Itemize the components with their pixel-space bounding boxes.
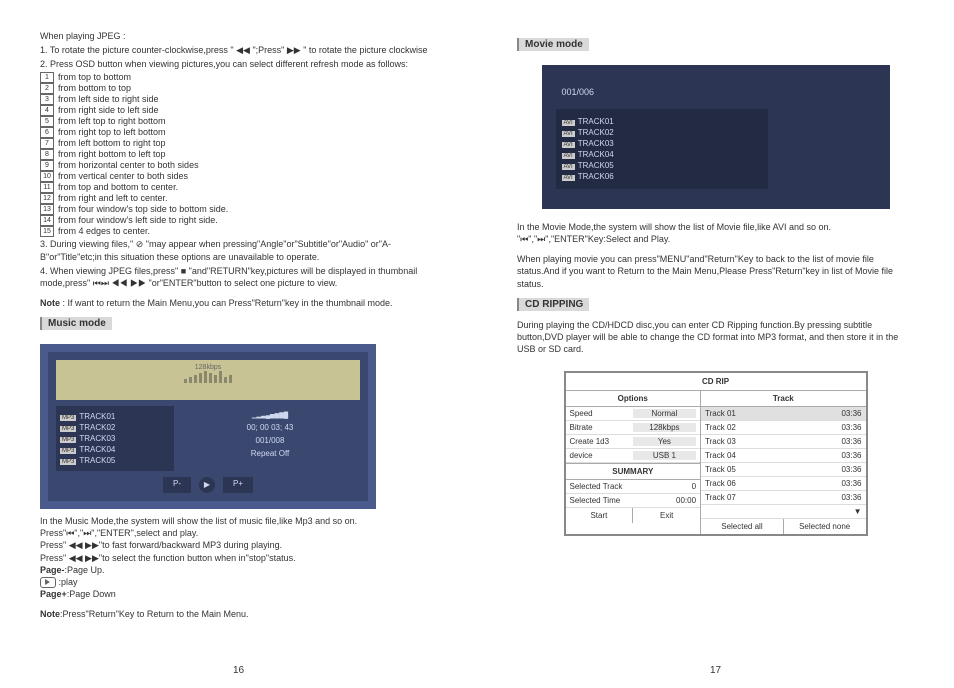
jpeg-step1: 1. To rotate the picture counter-clockwi… <box>40 44 437 56</box>
music-desc4: Press" ◀◀ ▶▶"to select the function butt… <box>40 552 437 564</box>
music-player: 128kbps MP3TRACK01 MP3TRACK02 MP3TRACK03… <box>40 344 376 509</box>
prev-button[interactable]: P- <box>163 477 191 493</box>
movie-mode-heading: Movie mode <box>517 38 589 51</box>
music-desc1: In the Music Mode,the system will show t… <box>40 515 437 527</box>
summary-header: SUMMARY <box>566 463 701 480</box>
list-item: AVITRACK01 <box>562 117 762 126</box>
jpeg-head: When playing JPEG : <box>40 30 437 42</box>
music-track-list: MP3TRACK01 MP3TRACK02 MP3TRACK03 MP3TRAC… <box>56 406 174 471</box>
list-item: AVITRACK04 <box>562 150 762 159</box>
jpeg-note: Note : If want to return the Main Menu,y… <box>40 297 437 309</box>
lcd-display: 128kbps <box>56 360 360 400</box>
music-mode-heading: Music mode <box>40 317 112 330</box>
music-play: :play <box>40 576 437 588</box>
more-indicator: ▼ <box>701 505 865 519</box>
music-note: Note:Press"Return"Key to Return to the M… <box>40 608 437 620</box>
movie-desc1: In the Movie Mode,the system will show t… <box>517 221 914 233</box>
movie-player: 001/006 AVITRACK01 AVITRACK02 AVITRACK03… <box>542 65 890 209</box>
play-icon <box>40 577 56 588</box>
opt-speed[interactable]: SpeedNormal <box>566 407 701 421</box>
list-item: MP3TRACK03 <box>60 434 170 443</box>
list-item: MP3TRACK02 <box>60 423 170 432</box>
list-item: MP3TRACK05 <box>60 456 170 465</box>
music-desc2: Press"⏮","⏭","ENTER",select and play. <box>40 527 437 539</box>
list-item: AVITRACK06 <box>562 172 762 181</box>
cd-rip-panel: CD RIP Options SpeedNormal Bitrate128kbp… <box>564 371 868 536</box>
music-pagedown: Page+:Page Down <box>40 588 437 600</box>
playback-info: ▁▂▃▄▅▆▇█ 00; 00 03; 43 001/008 Repeat Of… <box>180 406 360 471</box>
movie-counter: 001/006 <box>556 85 601 99</box>
cd-desc: During playing the CD/HDCD disc,you can … <box>517 319 914 355</box>
table-row[interactable]: Track 0503:36 <box>701 463 865 477</box>
movie-desc2: "⏮","⏭","ENTER"Key:Select and Play. <box>517 233 914 245</box>
list-item: MP3TRACK04 <box>60 445 170 454</box>
list-item: AVITRACK03 <box>562 139 762 148</box>
chevron-down-icon: ▼ <box>799 507 862 516</box>
page-right: Movie mode 001/006 AVITRACK01 AVITRACK02… <box>477 0 954 688</box>
page-number: 16 <box>0 665 477 676</box>
list-item: AVITRACK05 <box>562 161 762 170</box>
cdrip-title: CD RIP <box>566 373 866 391</box>
jpeg-step3: 3. During viewing files," ⊘ "may appear … <box>40 238 437 262</box>
play-button[interactable]: ▶ <box>199 477 215 493</box>
table-row[interactable]: Track 0703:36 <box>701 491 865 505</box>
music-desc3: Press" ◀◀ ▶▶"to fast forward/backward MP… <box>40 539 437 551</box>
opt-device[interactable]: deviceUSB 1 <box>566 449 701 463</box>
jpeg-step2: 2. Press OSD button when viewing picture… <box>40 58 437 70</box>
select-none-button[interactable]: Selected none <box>784 519 866 534</box>
refresh-modes: 1from top to bottom 2from bottom to top … <box>40 72 437 236</box>
jpeg-step4: 4. When viewing JPEG files,press" ■ "and… <box>40 265 437 289</box>
page-left: When playing JPEG : 1. To rotate the pic… <box>0 0 477 688</box>
page-number: 17 <box>477 665 954 676</box>
next-button[interactable]: P+ <box>223 477 253 493</box>
table-row[interactable]: Track 0603:36 <box>701 477 865 491</box>
table-row[interactable]: Track 0403:36 <box>701 449 865 463</box>
opt-bitrate[interactable]: Bitrate128kbps <box>566 421 701 435</box>
cd-ripping-heading: CD RIPPING <box>517 298 589 311</box>
exit-button[interactable]: Exit <box>633 508 700 523</box>
select-all-button[interactable]: Selected all <box>701 519 784 534</box>
sel-time: Selected Time00:00 <box>566 494 701 508</box>
table-row[interactable]: Track 0203:36 <box>701 421 865 435</box>
movie-track-list: AVITRACK01 AVITRACK02 AVITRACK03 AVITRAC… <box>556 109 768 189</box>
options-header: Options <box>566 391 701 407</box>
list-item: MP3TRACK01 <box>60 412 170 421</box>
sel-track: Selected Track0 <box>566 480 701 494</box>
opt-create[interactable]: Create 1d3Yes <box>566 435 701 449</box>
table-row[interactable]: Track 0103:36 <box>701 407 865 421</box>
list-item: AVITRACK02 <box>562 128 762 137</box>
movie-desc3: When playing movie you can press"MENU"an… <box>517 253 914 289</box>
music-pageup: Page-:Page Up. <box>40 564 437 576</box>
track-header: Track <box>701 391 865 407</box>
table-row[interactable]: Track 0303:36 <box>701 435 865 449</box>
player-controls: P- ▶ P+ <box>56 477 360 493</box>
start-button[interactable]: Start <box>566 508 634 523</box>
